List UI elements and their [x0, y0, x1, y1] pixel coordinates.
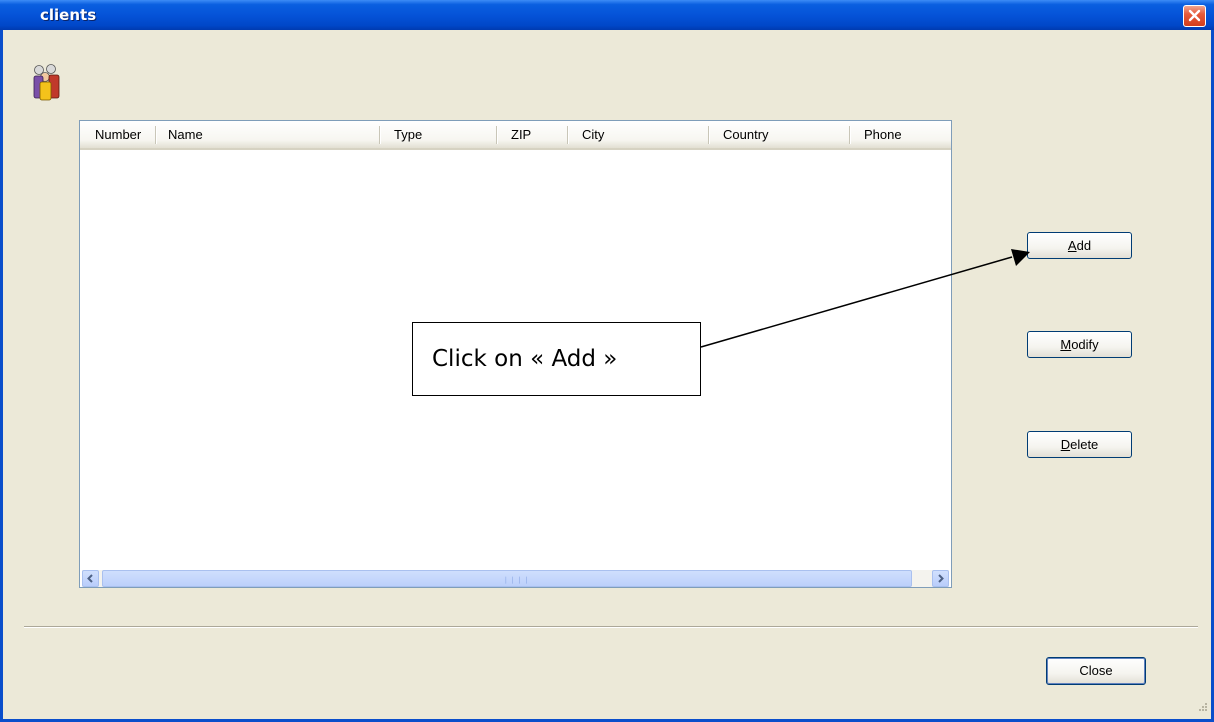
- pointer-arrow-icon: [700, 249, 1030, 348]
- clients-window: clients Number Name Type ZIP City Countr…: [0, 0, 1214, 722]
